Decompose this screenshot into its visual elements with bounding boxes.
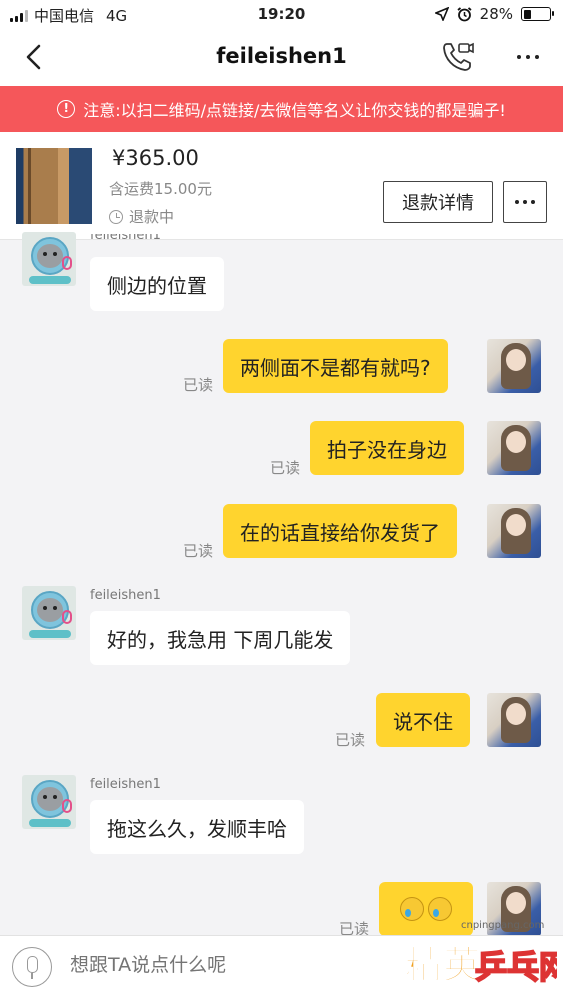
product-thumbnail[interactable]: [16, 148, 92, 224]
microphone-icon[interactable]: [12, 947, 52, 987]
message-bubble[interactable]: 拖这么久，发顺丰哈: [90, 800, 304, 854]
avatar[interactable]: [22, 775, 76, 829]
product-more-button[interactable]: [503, 181, 547, 223]
crying-emoji-icon: [400, 897, 424, 921]
status-bar: 中国电信 4G 19:20 28%: [0, 0, 563, 30]
avatar[interactable]: [487, 693, 541, 747]
chat-title: feileishen1: [216, 44, 347, 68]
message-bubble[interactable]: 说不住: [376, 693, 470, 747]
product-price: ¥365.00: [112, 146, 199, 170]
warning-text: 注意:以扫二维码/点链接/去微信等名义让你交钱的都是骗子!: [83, 101, 506, 120]
clock-icon: [109, 209, 123, 224]
read-receipt: 已读: [183, 376, 214, 394]
battery-percent: 28%: [479, 5, 513, 23]
shipping-fee: 含运费15.00元: [109, 180, 212, 198]
refund-status-label: 退款中: [129, 208, 175, 226]
more-dots-icon[interactable]: [511, 42, 545, 72]
avatar[interactable]: [22, 586, 76, 640]
watermark-text-left: 精英: [405, 943, 482, 987]
message-bubble[interactable]: 侧边的位置: [90, 257, 224, 311]
message-bubble[interactable]: [379, 882, 473, 936]
avatar[interactable]: [22, 232, 76, 286]
refund-details-button[interactable]: 退款详情: [383, 181, 493, 223]
refund-status: 退款中: [109, 206, 174, 227]
read-receipt: 已读: [183, 542, 214, 560]
sender-name: feileishen1: [90, 588, 161, 603]
nav-bar: feileishen1: [0, 30, 563, 86]
sender-name: feileishen1: [90, 234, 161, 243]
sender-name: feileishen1: [90, 777, 161, 792]
crying-emoji-icon: [428, 897, 452, 921]
scam-warning-banner: ! 注意:以扫二维码/点链接/去微信等名义让你交钱的都是骗子!: [0, 86, 563, 132]
message-bubble[interactable]: 在的话直接给你发货了: [223, 504, 457, 558]
message-bubble[interactable]: 两侧面不是都有就吗?: [223, 339, 448, 393]
info-icon: !: [57, 100, 76, 118]
read-receipt: 已读: [335, 731, 366, 749]
message-input[interactable]: [70, 954, 370, 976]
read-receipt: 已读: [270, 459, 301, 477]
avatar[interactable]: [487, 339, 541, 393]
watermark-logo: 精英 乒乓网: [405, 942, 557, 987]
alarm-icon: [457, 6, 472, 21]
location-arrow-icon: [434, 7, 449, 21]
watermark-text-right: 乒乓网: [475, 948, 557, 986]
message-bubble[interactable]: 拍子没在身边: [310, 421, 464, 475]
battery-icon: [521, 7, 554, 21]
avatar[interactable]: [487, 504, 541, 558]
order-product-card: ¥365.00 含运费15.00元 退款中 退款详情: [0, 132, 563, 240]
message-bubble[interactable]: 好的，我急用 下周几能发: [90, 611, 351, 665]
avatar[interactable]: [487, 421, 541, 475]
video-call-icon[interactable]: [441, 40, 475, 74]
